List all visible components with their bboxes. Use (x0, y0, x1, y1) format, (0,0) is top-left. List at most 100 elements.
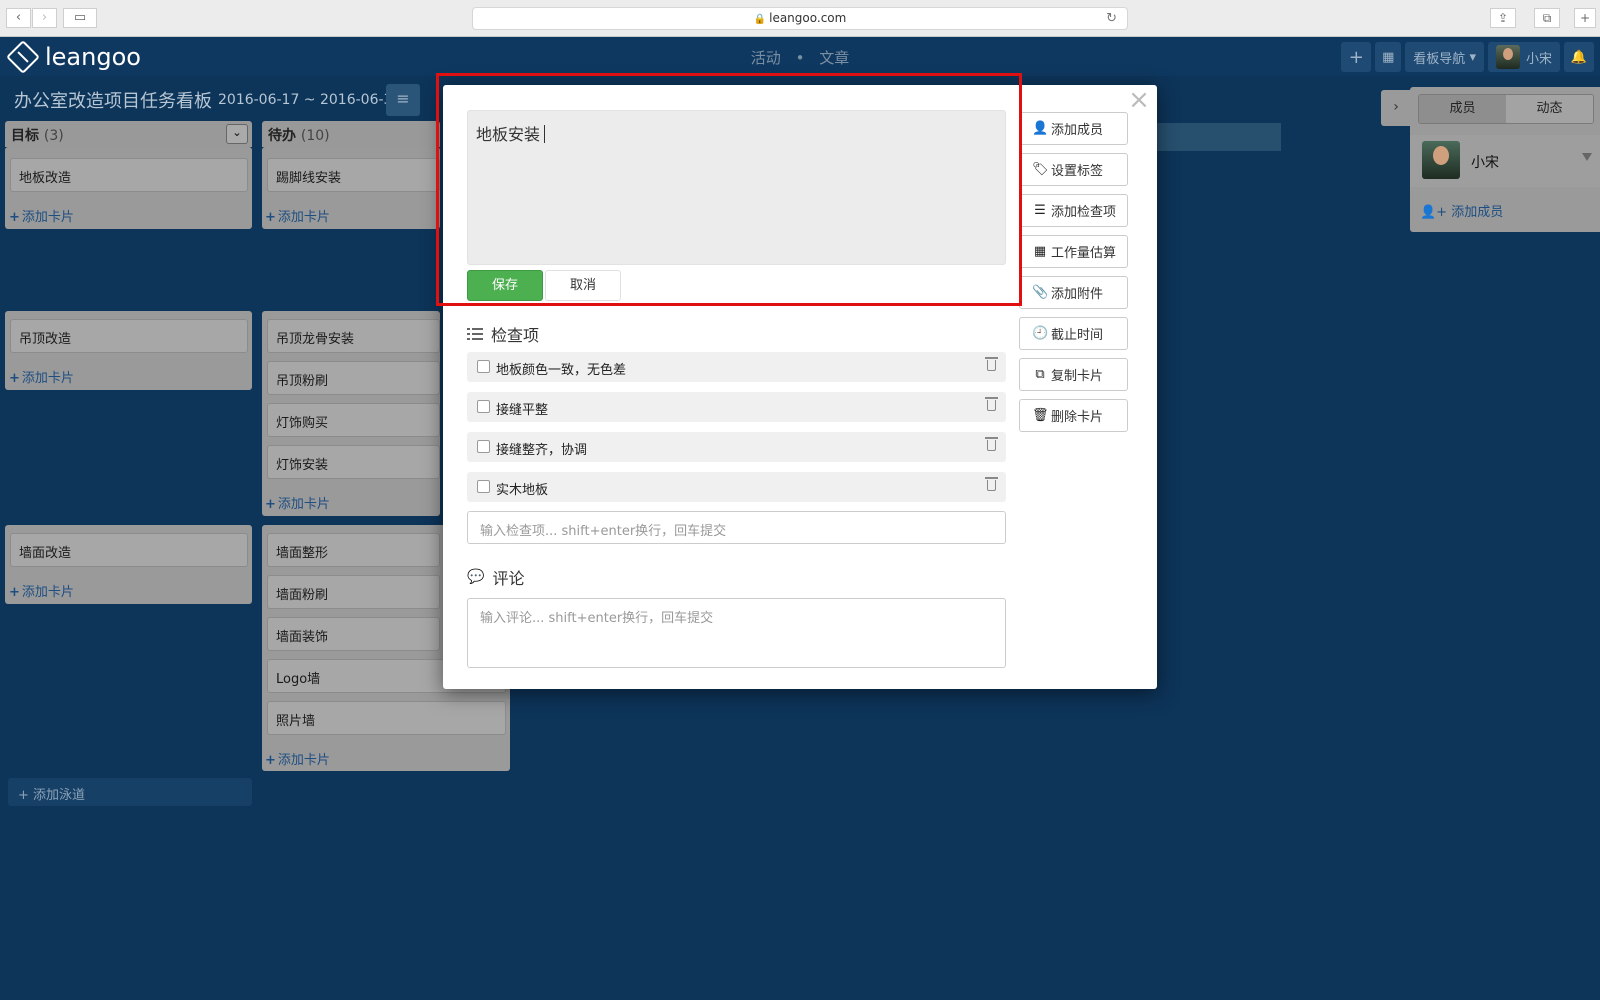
trash-icon: 🗑 (1032, 408, 1049, 423)
list-item[interactable]: 吊顶改造 (10, 319, 248, 353)
list-item[interactable]: 墙面改造 (10, 533, 248, 567)
checkbox[interactable] (477, 480, 490, 493)
add-card-label: 添加卡片 (277, 497, 330, 512)
header-actions: + ▦ 看板导航 ▾ 小宋 🔔 (1341, 42, 1594, 72)
user-name: 小宋 (1525, 51, 1552, 67)
chevron-down-icon[interactable]: ⌄ (226, 124, 248, 144)
list-item[interactable]: 照片墙 (267, 701, 506, 735)
card-detail-modal: × 地板安装 保存 取消 检查项 地板颜色一致，无色差 接缝平整 接缝整齐，协调… (443, 85, 1157, 689)
user-menu[interactable]: 小宋 (1487, 42, 1560, 72)
estimate-button[interactable]: ▦ 工作量估算 (1019, 235, 1128, 268)
comment-heading: 💬 评论 (467, 565, 524, 589)
text-caret (544, 125, 546, 143)
add-card-button[interactable]: + 添加卡片 (265, 206, 330, 225)
comment-icon: 💬 (467, 569, 485, 585)
add-card-button[interactable]: + 添加卡片 (9, 367, 74, 386)
trash-icon[interactable] (985, 437, 998, 451)
column-header-placeholder (1157, 123, 1281, 151)
add-member-link[interactable]: 👤+ 添加成员 (1420, 201, 1503, 220)
add-card-button[interactable]: + 添加卡片 (9, 581, 74, 600)
checklist-input[interactable]: 输入检查项... shift+enter换行，回车提交 (467, 511, 1006, 544)
board-menu-icon[interactable]: ≡ (386, 84, 420, 116)
tab-members[interactable]: 成员 (1419, 95, 1506, 123)
filter-icon[interactable] (1582, 153, 1592, 161)
checkbox[interactable] (477, 440, 490, 453)
grid-icon[interactable]: ▦ (1375, 42, 1402, 72)
column-name: 待办 (268, 128, 296, 144)
add-card-label: 添加卡片 (21, 210, 74, 225)
trash-icon[interactable] (985, 477, 998, 491)
close-icon[interactable]: × (1127, 87, 1151, 113)
logo[interactable]: leangoo (6, 40, 141, 74)
copy-icon: ⧉ (1035, 367, 1045, 382)
member-row[interactable]: 小宋 (1410, 135, 1600, 187)
trash-icon[interactable] (985, 357, 998, 371)
copy-card-button[interactable]: ⧉ 复制卡片 (1019, 358, 1128, 391)
add-checklist-button[interactable]: ☰ 添加检查项 (1019, 194, 1128, 227)
checklist-item-text[interactable]: 实木地板 (496, 479, 548, 498)
list-item[interactable]: 踢脚线安装 (267, 158, 440, 192)
member-name: 小宋 (1471, 155, 1499, 171)
list-item[interactable]: 吊顶粉刷 (267, 361, 440, 395)
share-icon[interactable]: ⇪ (1490, 8, 1516, 28)
grid-icon: ▦ (1033, 244, 1047, 259)
delete-card-button[interactable]: 🗑 删除卡片 (1019, 399, 1128, 432)
card-title-textarea[interactable]: 地板安装 (467, 110, 1006, 265)
cancel-button[interactable]: 取消 (545, 270, 621, 301)
list-item[interactable]: 墙面装饰 (267, 617, 440, 651)
forward-button[interactable]: › (32, 8, 57, 28)
list-icon: ☰ (1034, 203, 1046, 218)
nav-activity[interactable]: 活动 (751, 49, 781, 67)
nav-articles[interactable]: 文章 (819, 49, 849, 67)
list-item[interactable]: 灯饰安装 (267, 445, 440, 479)
reload-icon[interactable]: ↻ (1106, 8, 1117, 29)
column-count: (3) (43, 128, 64, 144)
checklist-item-text[interactable]: 接缝平整 (496, 399, 548, 418)
checklist-title: 检查项 (491, 326, 540, 345)
board-nav-dropdown[interactable]: 看板导航 ▾ (1405, 42, 1484, 72)
due-date-button[interactable]: 🕘 截止时间 (1019, 317, 1128, 350)
avatar (1422, 141, 1460, 179)
add-card-button[interactable]: + 添加卡片 (9, 206, 74, 225)
logo-text: leangoo (45, 43, 141, 71)
checkbox[interactable] (477, 400, 490, 413)
browser-toolbar: ‹ › ▭ 🔒 leangoo.com ↻ ⇪ ⧉ + (0, 0, 1600, 37)
add-card-label: 添加卡片 (277, 210, 330, 225)
checkbox[interactable] (477, 360, 490, 373)
list-item[interactable]: 灯饰购买 (267, 403, 440, 437)
action-label: 复制卡片 (1051, 369, 1104, 384)
checklist-item-text[interactable]: 接缝整齐，协调 (496, 439, 587, 458)
add-icon[interactable]: + (1341, 42, 1372, 72)
add-card-button[interactable]: + 添加卡片 (265, 493, 330, 512)
clock-icon: 🕘 (1032, 326, 1049, 341)
chevron-right-icon[interactable]: › (1381, 90, 1411, 126)
sidebar-toggle-icon[interactable]: ▭ (63, 8, 97, 28)
column-header-todo: 待办 (10) (262, 121, 440, 147)
tabs-icon[interactable]: ⧉ (1534, 8, 1560, 28)
checklist-item-text[interactable]: 地板颜色一致，无色差 (496, 359, 626, 378)
trash-icon[interactable] (985, 397, 998, 411)
list-item[interactable]: 地板改造 (10, 158, 248, 192)
add-member-button[interactable]: 👤 添加成员 (1019, 112, 1128, 145)
action-label: 截止时间 (1051, 328, 1104, 343)
list-item[interactable]: 墙面粉刷 (267, 575, 440, 609)
column-header-goal: 目标 (3) ⌄ (5, 121, 252, 147)
add-attachment-button[interactable]: 📎 添加附件 (1019, 276, 1128, 309)
back-button[interactable]: ‹ (6, 8, 31, 28)
add-card-button[interactable]: + 添加卡片 (265, 749, 330, 768)
logo-icon (6, 40, 40, 74)
add-lane-button[interactable]: + 添加泳道 (8, 778, 252, 806)
plus-icon: + (9, 585, 20, 600)
tab-activity[interactable]: 动态 (1506, 95, 1593, 123)
set-label-button[interactable]: 🏷 设置标签 (1019, 153, 1128, 186)
list-item[interactable]: 吊顶龙骨安装 (267, 319, 440, 353)
bell-icon[interactable]: 🔔 (1564, 42, 1594, 72)
nav-separator: • (795, 49, 805, 67)
checklist-item: 接缝平整 (467, 392, 1006, 422)
new-tab-button[interactable]: + (1574, 8, 1596, 28)
save-button[interactable]: 保存 (467, 270, 543, 301)
url-text: leangoo.com (769, 11, 847, 25)
address-bar[interactable]: 🔒 leangoo.com ↻ (472, 7, 1128, 30)
comment-textarea[interactable]: 输入评论... shift+enter换行，回车提交 (467, 598, 1006, 668)
list-item[interactable]: 墙面整形 (267, 533, 440, 567)
